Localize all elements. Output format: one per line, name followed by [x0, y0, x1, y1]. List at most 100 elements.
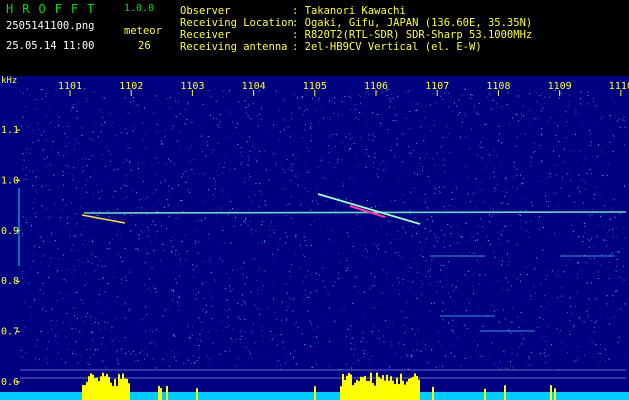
noise-speckle: [450, 352, 452, 354]
noise-speckle: [241, 335, 243, 337]
noise-speckle: [396, 142, 398, 144]
noise-speckle: [45, 140, 47, 142]
noise-speckle: [376, 231, 377, 233]
noise-speckle: [323, 280, 325, 282]
noise-speckle: [234, 168, 236, 170]
noise-speckle: [620, 312, 622, 314]
noise-speckle: [518, 95, 519, 97]
noise-speckle: [73, 274, 75, 276]
noise-speckle: [265, 169, 267, 171]
noise-speckle: [240, 330, 242, 332]
noise-speckle: [402, 133, 404, 135]
noise-speckle: [96, 215, 98, 216]
noise-speckle: [306, 275, 308, 277]
noise-speckle: [586, 310, 588, 312]
noise-speckle: [341, 338, 343, 340]
noise-speckle: [531, 161, 532, 163]
noise-speckle: [512, 117, 513, 119]
noise-speckle: [150, 241, 152, 243]
noise-speckle: [246, 276, 248, 278]
noise-speckle: [608, 262, 610, 263]
noise-speckle: [584, 354, 585, 356]
noise-speckle: [62, 126, 64, 128]
noise-speckle: [474, 206, 476, 208]
noise-speckle: [290, 179, 292, 181]
noise-speckle: [477, 225, 479, 227]
noise-speckle: [199, 221, 201, 223]
noise-speckle: [231, 288, 233, 290]
noise-speckle: [102, 337, 104, 338]
noise-speckle: [84, 273, 86, 274]
noise-speckle: [197, 124, 199, 126]
noise-speckle: [202, 283, 204, 285]
noise-speckle: [589, 145, 591, 147]
noise-speckle: [606, 174, 608, 176]
noise-speckle: [381, 292, 383, 294]
noise-speckle: [56, 271, 58, 273]
noise-speckle: [444, 309, 446, 310]
noise-speckle: [408, 90, 410, 92]
noise-speckle: [605, 349, 607, 350]
noise-speckle: [562, 350, 564, 352]
noise-speckle: [375, 228, 377, 230]
noise-speckle: [623, 265, 625, 267]
noise-speckle: [533, 285, 534, 287]
noise-speckle: [248, 178, 250, 180]
noise-speckle: [621, 247, 623, 249]
noise-speckle: [505, 277, 507, 279]
noise-speckle: [156, 211, 158, 212]
noise-speckle: [373, 242, 375, 244]
noise-speckle: [528, 356, 530, 358]
baseline-peak: [376, 372, 378, 400]
noise-speckle: [164, 224, 166, 226]
noise-speckle: [500, 368, 502, 370]
noise-speckle: [402, 227, 404, 229]
noise-speckle: [503, 191, 505, 193]
noise-speckle: [502, 230, 504, 232]
noise-speckle: [549, 173, 551, 175]
noise-speckle: [465, 136, 467, 138]
noise-speckle: [261, 108, 262, 110]
noise-speckle: [485, 124, 487, 125]
noise-speckle: [350, 148, 351, 149]
noise-speckle: [413, 150, 415, 151]
noise-speckle: [497, 280, 499, 282]
noise-speckle: [32, 207, 34, 209]
noise-speckle: [241, 294, 243, 296]
noise-speckle: [173, 163, 175, 165]
noise-speckle: [401, 225, 403, 227]
noise-speckle: [41, 98, 43, 100]
noise-speckle: [146, 252, 148, 254]
noise-speckle: [500, 291, 502, 293]
noise-speckle: [98, 191, 100, 193]
noise-speckle: [378, 205, 380, 206]
info-label-location: Receiving Location: [180, 17, 294, 29]
noise-speckle: [389, 98, 391, 100]
noise-speckle: [360, 340, 362, 342]
noise-speckle: [263, 150, 265, 152]
noise-speckle: [426, 207, 428, 209]
noise-speckle: [350, 342, 352, 344]
noise-speckle: [355, 117, 357, 119]
noise-speckle: [282, 99, 284, 101]
noise-speckle: [260, 105, 262, 107]
noise-speckle: [193, 355, 195, 357]
header-panel: HROFFT 1.0.0 2505141100.png meteor 25.05…: [0, 0, 629, 76]
noise-speckle: [316, 189, 318, 191]
noise-speckle: [102, 116, 103, 118]
noise-speckle: [206, 355, 208, 357]
noise-speckle: [279, 131, 281, 133]
noise-speckle: [311, 98, 313, 100]
noise-speckle: [282, 245, 284, 247]
noise-speckle: [282, 169, 284, 171]
noise-speckle: [342, 185, 344, 187]
noise-speckle: [252, 103, 254, 105]
noise-speckle: [79, 356, 81, 358]
noise-speckle: [257, 243, 259, 244]
noise-speckle: [324, 194, 326, 196]
noise-speckle: [129, 147, 131, 149]
noise-speckle: [164, 206, 165, 208]
noise-speckle: [85, 158, 87, 160]
noise-speckle: [360, 357, 362, 359]
noise-speckle: [622, 316, 624, 318]
